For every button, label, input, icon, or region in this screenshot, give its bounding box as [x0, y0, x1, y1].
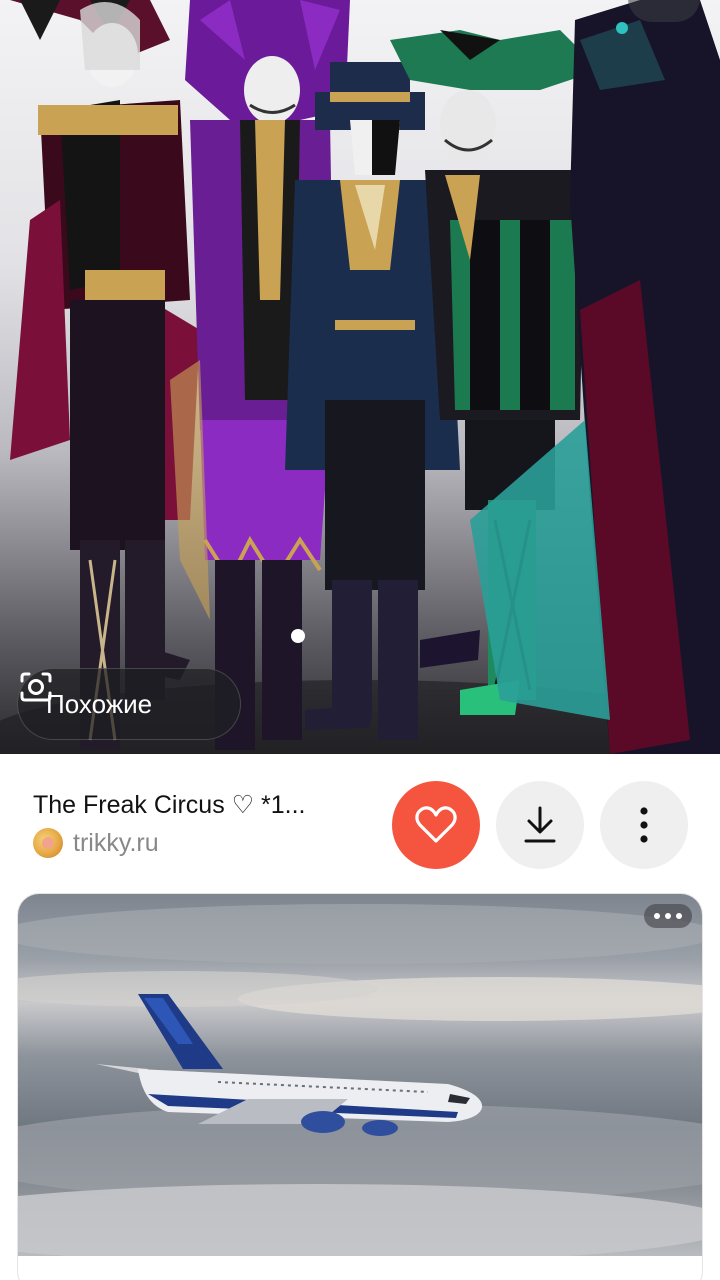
- result-source[interactable]: trikky.ru: [33, 828, 159, 858]
- character-red-jester: [10, 0, 200, 750]
- result-title[interactable]: The Freak Circus ♡ *1...: [33, 790, 378, 820]
- result-info: The Freak Circus ♡ *1... trikky.ru: [0, 754, 720, 884]
- dot-icon: [654, 913, 660, 919]
- airplane-illustration: [18, 904, 702, 1256]
- next-result-card[interactable]: [17, 893, 703, 1280]
- source-domain: trikky.ru: [73, 828, 159, 857]
- more-vertical-icon: [640, 807, 648, 843]
- site-favicon-icon: [33, 828, 63, 858]
- download-icon: [524, 806, 556, 843]
- dot-icon: [665, 913, 671, 919]
- similar-button[interactable]: Похожие: [17, 668, 241, 740]
- download-button[interactable]: [496, 781, 584, 869]
- card-more-button[interactable]: [644, 904, 692, 928]
- airplane-image[interactable]: [18, 894, 702, 1256]
- like-button[interactable]: [392, 781, 480, 869]
- dot-icon: [676, 913, 682, 919]
- more-button[interactable]: [600, 781, 688, 869]
- image-viewer: Похожие The Freak Circus ♡ *1... trikky.…: [0, 0, 720, 1280]
- heart-icon: [415, 806, 457, 843]
- jesters-illustration: [0, 0, 720, 754]
- main-image[interactable]: Похожие: [0, 0, 720, 754]
- camera-search-icon: [20, 672, 52, 702]
- similar-label: Похожие: [46, 688, 153, 719]
